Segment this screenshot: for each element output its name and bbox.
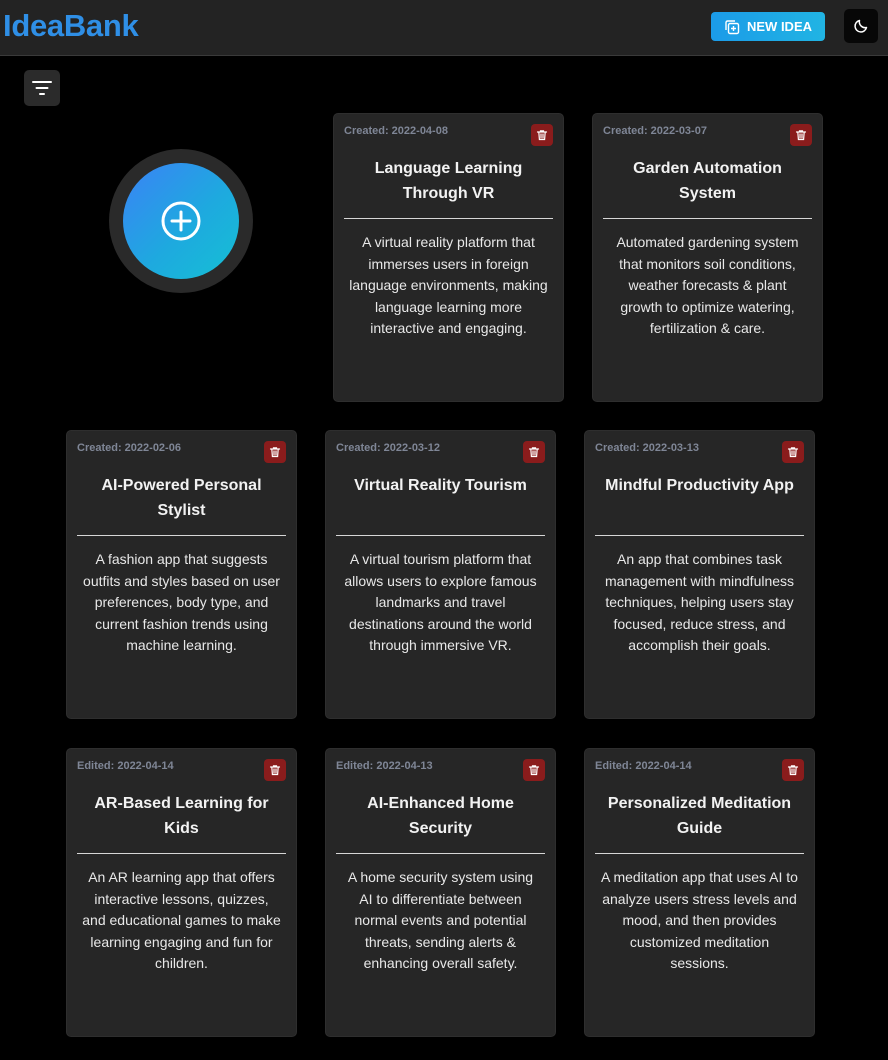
card-divider	[77, 853, 286, 854]
card-date: Edited: 2022-04-13	[336, 760, 433, 772]
card-description: A virtual tourism platform that allows u…	[344, 551, 537, 654]
card-description: Automated gardening system that monitors…	[616, 234, 799, 337]
idea-card[interactable]: Edited: 2022-04-14 AR-Based Learning for …	[66, 748, 297, 1037]
plus-circle-icon	[160, 200, 202, 242]
delete-button[interactable]	[782, 441, 804, 463]
trash-icon	[528, 764, 540, 776]
card-date: Created: 2022-03-13	[595, 442, 699, 454]
card-divider	[595, 535, 804, 536]
card-title[interactable]: Garden Automation System	[603, 156, 812, 210]
card-title[interactable]: AR-Based Learning for Kids	[77, 791, 286, 845]
idea-card[interactable]: Edited: 2022-04-13 AI-Enhanced Home Secur…	[325, 748, 556, 1037]
card-title[interactable]: Virtual Reality Tourism	[336, 473, 545, 527]
trash-icon	[787, 764, 799, 776]
idea-card[interactable]: Created: 2022-04-08 Language Learning Thr…	[333, 113, 564, 402]
card-description: A home security system using AI to diffe…	[347, 869, 534, 972]
card-date: Created: 2022-03-07	[603, 125, 707, 137]
filter-lines-icon	[31, 79, 53, 97]
card-date: Edited: 2022-04-14	[595, 760, 692, 772]
delete-button[interactable]	[523, 441, 545, 463]
app-header: IdeaBank NEW IDEA	[0, 0, 888, 56]
idea-card[interactable]: Created: 2022-03-13 Mindful Productivity …	[584, 430, 815, 719]
new-idea-label: NEW IDEA	[747, 19, 812, 34]
card-date: Created: 2022-03-12	[336, 442, 440, 454]
card-description: An AR learning app that offers interacti…	[82, 869, 281, 972]
trash-icon	[269, 764, 281, 776]
card-description: An app that combines task management wit…	[604, 551, 795, 654]
card-divider	[344, 218, 553, 219]
delete-button[interactable]	[523, 759, 545, 781]
new-idea-button[interactable]: NEW IDEA	[711, 12, 825, 41]
filter-button[interactable]	[24, 70, 60, 106]
card-title[interactable]: Personalized Meditation Guide	[595, 791, 804, 845]
idea-card[interactable]: Edited: 2022-04-14 Personalized Meditatio…	[584, 748, 815, 1037]
trash-icon	[536, 129, 548, 141]
trash-icon	[787, 446, 799, 458]
delete-button[interactable]	[782, 759, 804, 781]
moon-icon	[853, 18, 869, 34]
card-description: A meditation app that uses AI to analyze…	[601, 869, 798, 972]
trash-icon	[795, 129, 807, 141]
idea-card[interactable]: Created: 2022-02-06 AI-Powered Personal S…	[66, 430, 297, 719]
card-date: Created: 2022-04-08	[344, 125, 448, 137]
card-divider	[77, 535, 286, 536]
delete-button[interactable]	[264, 759, 286, 781]
card-description: A virtual reality platform that immerses…	[349, 234, 548, 337]
idea-card[interactable]: Created: 2022-03-07 Garden Automation Sys…	[592, 113, 823, 402]
card-description: A fashion app that suggests outfits and …	[83, 551, 280, 654]
delete-button[interactable]	[790, 124, 812, 146]
add-idea-button[interactable]	[123, 163, 239, 279]
trash-icon	[269, 446, 281, 458]
card-date: Created: 2022-02-06	[77, 442, 181, 454]
delete-button[interactable]	[264, 441, 286, 463]
delete-button[interactable]	[531, 124, 553, 146]
app-logo[interactable]: IdeaBank	[3, 8, 139, 44]
card-divider	[336, 535, 545, 536]
card-title[interactable]: Mindful Productivity App	[595, 473, 804, 527]
add-idea-ring	[109, 149, 253, 293]
card-divider	[595, 853, 804, 854]
card-divider	[336, 853, 545, 854]
card-date: Edited: 2022-04-14	[77, 760, 174, 772]
card-divider	[603, 218, 812, 219]
idea-card[interactable]: Created: 2022-03-12 Virtual Reality Touri…	[325, 430, 556, 719]
card-title[interactable]: AI-Enhanced Home Security	[336, 791, 545, 845]
card-title[interactable]: AI-Powered Personal Stylist	[77, 473, 286, 527]
theme-toggle-button[interactable]	[844, 9, 878, 43]
card-title[interactable]: Language Learning Through VR	[344, 156, 553, 210]
add-square-icon	[724, 19, 740, 35]
trash-icon	[528, 446, 540, 458]
